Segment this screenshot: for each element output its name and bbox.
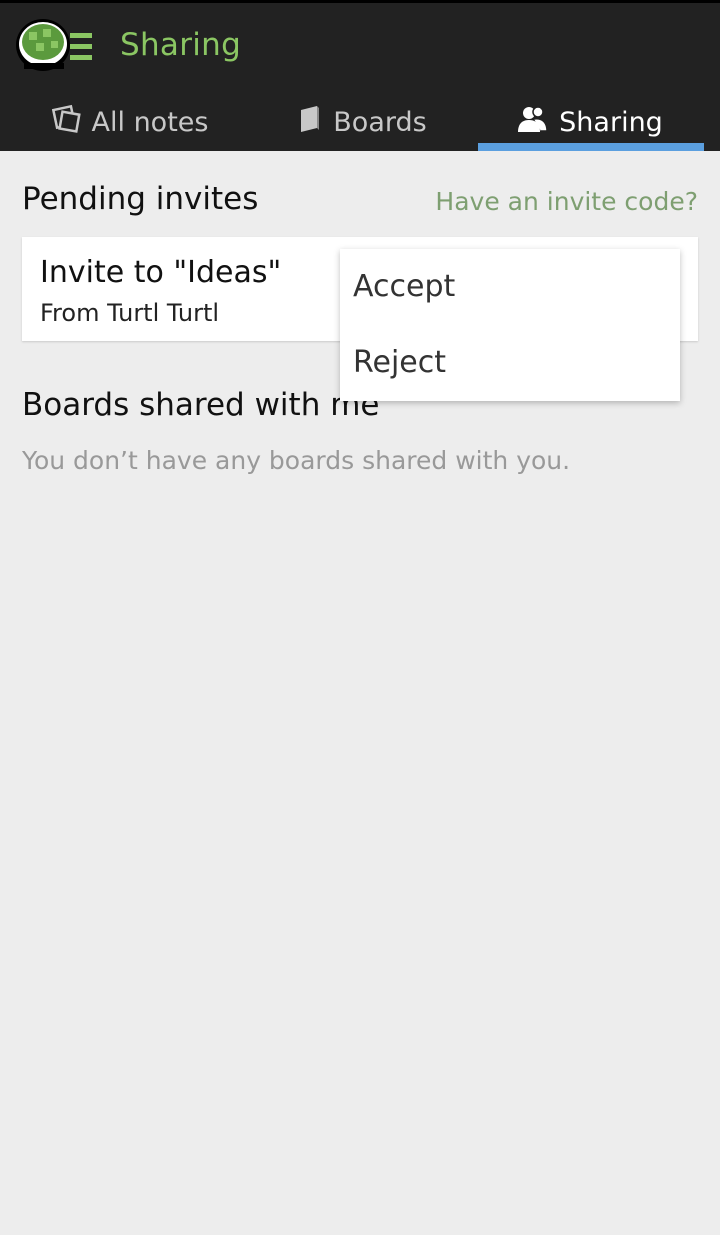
page-title: Sharing [120,27,242,63]
tab-boards[interactable]: Boards [262,91,462,154]
tab-bar: All notes Boards Sharing [0,91,720,151]
tab-all-notes[interactable]: All notes [30,91,230,154]
reject-menu-item[interactable]: Reject [340,325,680,401]
tab-label: Boards [333,107,427,138]
tab-label: All notes [91,107,209,138]
active-tab-indicator [478,143,704,151]
app-header: Sharing All notes Boards Sharing [0,0,720,151]
invite-action-menu: Accept Reject [340,249,680,401]
shared-boards-title: Boards shared with me [22,387,380,423]
accept-menu-item[interactable]: Accept [340,249,680,325]
invite-from: From Turtl Turtl [40,299,220,327]
invite-name: Invite to "Ideas" [40,255,282,290]
pending-invites-title: Pending invites [22,181,259,217]
notes-icon [51,104,92,141]
board-icon [297,104,333,141]
invite-code-link[interactable]: Have an invite code? [435,187,698,216]
turtle-logo-icon[interactable] [14,17,96,79]
people-icon [517,104,559,141]
tab-label: Sharing [559,107,663,138]
empty-shared-message: You don’t have any boards shared with yo… [22,446,571,475]
